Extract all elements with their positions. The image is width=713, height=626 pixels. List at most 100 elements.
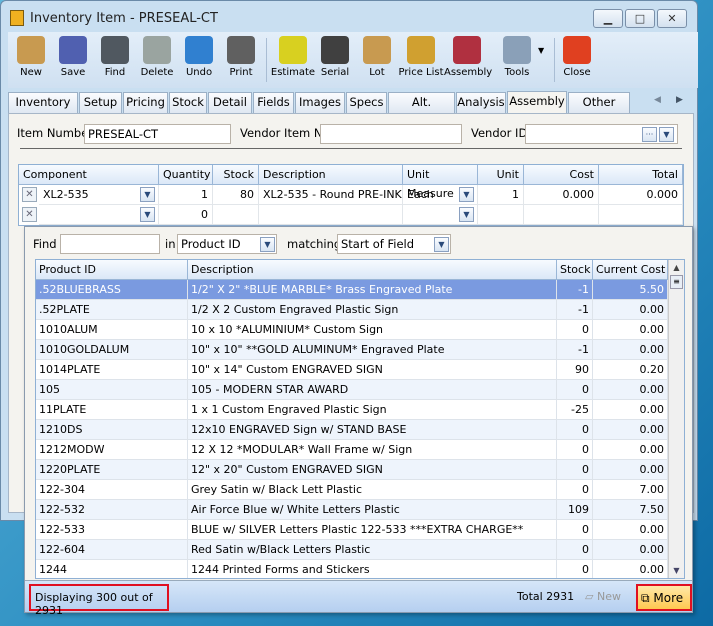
vendor-id-label: Vendor ID: [471, 126, 528, 140]
product-row[interactable]: .52BLUEBRASS 1/2" X 2" *BLUE MARBLE* Bras…: [36, 280, 668, 300]
estimate-button[interactable]: Estimate: [270, 32, 316, 88]
tab-pricing[interactable]: Pricing: [123, 92, 168, 113]
tab-other-cost[interactable]: Other Cost: [568, 92, 630, 128]
product-row[interactable]: 1220PLATE 12" x 20" Custom ENGRAVED SIGN 0…: [36, 460, 668, 480]
chevron-down-icon[interactable]: ▼: [459, 207, 474, 222]
new-button[interactable]: New: [8, 32, 54, 88]
component-cell[interactable]: [478, 205, 524, 225]
toolbar-separator: [266, 38, 267, 82]
product-row[interactable]: .52PLATE 1/2 X 2 Custom Engraved Plastic …: [36, 300, 668, 320]
assembly-button[interactable]: Assembly: [444, 32, 493, 88]
more-button[interactable]: ⧉ More: [636, 584, 692, 611]
print-button[interactable]: Print: [218, 32, 264, 88]
item-number-field[interactable]: PRESEAL-CT: [84, 124, 231, 144]
product-row[interactable]: 122-304 Grey Satin w/ Black Lett Plastic 0…: [36, 480, 668, 500]
component-cell[interactable]: [599, 205, 683, 225]
component-cell[interactable]: 0.000: [524, 185, 599, 205]
column-header-unit-measure[interactable]: Unit Measure: [403, 165, 478, 200]
product-row[interactable]: 1244 1244 Printed Forms and Stickers 0 0.00: [36, 560, 668, 578]
column-header-unit[interactable]: Unit: [478, 165, 524, 185]
product-row[interactable]: 122-532 Air Force Blue w/ White Letters P…: [36, 500, 668, 520]
product-row[interactable]: 1014PLATE 10" x 14" Custom ENGRAVED SIGN 9…: [36, 360, 668, 380]
column-header-stock[interactable]: Stock: [557, 260, 593, 280]
component-cell[interactable]: XL2-535 - Round PRE-INKED: [259, 185, 403, 205]
scroll-thumb[interactable]: ≡: [670, 275, 683, 289]
component-cell[interactable]: 1: [478, 185, 524, 205]
component-cell[interactable]: [213, 205, 259, 225]
product-row[interactable]: 1212MODW 12 X 12 *MODULAR* Wall Frame w/ …: [36, 440, 668, 460]
estimate-label: Estimate: [270, 67, 316, 78]
remove-row-button[interactable]: ✕: [22, 187, 37, 202]
product-id: 122-532: [36, 500, 188, 520]
scroll-down-arrow[interactable]: ▼: [669, 566, 684, 575]
component-cell[interactable]: 0: [159, 205, 213, 225]
product-row[interactable]: 1010GOLDALUM 10" x 10" **GOLD ALUMINUM* E…: [36, 340, 668, 360]
column-header-cost[interactable]: Cost: [524, 165, 599, 185]
product-id: 1210DS: [36, 420, 188, 440]
component-cell[interactable]: 80: [213, 185, 259, 205]
lot-button[interactable]: Lot: [354, 32, 400, 88]
product-row[interactable]: 11PLATE 1 x 1 Custom Engraved Plastic Sig…: [36, 400, 668, 420]
column-header-description[interactable]: Description: [188, 260, 557, 280]
in-label: in: [165, 237, 176, 251]
column-header-current-cost[interactable]: Current Cost: [593, 260, 668, 280]
lookup-status-bar: Displaying 300 out of 2931 Total 2931 ▱ …: [25, 580, 692, 617]
component-cell[interactable]: 0.000: [599, 185, 683, 205]
column-header-description[interactable]: Description: [259, 165, 403, 185]
tab-specs[interactable]: Specs: [346, 92, 387, 113]
column-header-total[interactable]: Total: [599, 165, 683, 185]
more-icon: ⧉: [641, 591, 650, 605]
save-button[interactable]: Save: [50, 32, 96, 88]
product-row[interactable]: 1010ALUM 10 x 10 *ALUMINIUM* Custom Sign 0…: [36, 320, 668, 340]
tab-fields[interactable]: Fields: [253, 92, 294, 113]
component-cell[interactable]: [524, 205, 599, 225]
column-header-component[interactable]: Component: [19, 165, 159, 185]
close-button[interactable]: Close: [554, 32, 600, 88]
find-input[interactable]: [60, 234, 160, 254]
new-button[interactable]: ▱ New: [585, 590, 621, 603]
delete-button[interactable]: Delete: [134, 32, 180, 88]
column-header-stock[interactable]: Stock: [213, 165, 259, 185]
tools-dropdown-arrow[interactable]: ▼: [538, 46, 544, 55]
column-header-quantity[interactable]: Quantity: [159, 165, 213, 185]
component-cell[interactable]: [259, 205, 403, 225]
product-cost: 0.00: [593, 400, 668, 420]
chevron-down-icon[interactable]: ▼: [260, 237, 275, 252]
tools-button[interactable]: Tools: [494, 32, 540, 88]
remove-row-button[interactable]: ✕: [22, 207, 37, 222]
chevron-down-icon[interactable]: ▼: [459, 187, 474, 202]
component-cell[interactable]: 1: [159, 185, 213, 205]
chevron-down-icon[interactable]: ▼: [140, 207, 155, 222]
tab-detail[interactable]: Detail: [208, 92, 252, 113]
tab-scroll-right[interactable]: ▶: [676, 95, 683, 105]
tab-alt-vendors[interactable]: Alt. Vendors: [388, 92, 455, 128]
maximize-button[interactable]: □: [625, 9, 655, 28]
price-list-button[interactable]: Price List: [398, 32, 444, 88]
vendor-item-field[interactable]: [320, 124, 462, 144]
chevron-down-icon[interactable]: ▼: [140, 187, 155, 202]
column-header-product-id[interactable]: Product ID: [36, 260, 188, 280]
assembly-label: Assembly: [444, 67, 493, 78]
vendor-browse-button[interactable]: ···: [642, 127, 657, 142]
chevron-down-icon[interactable]: ▼: [434, 237, 449, 252]
scroll-up-arrow[interactable]: ▲: [669, 263, 684, 272]
product-row[interactable]: 122-533 BLUE w/ SILVER Letters Plastic 12…: [36, 520, 668, 540]
find-button[interactable]: Find: [92, 32, 138, 88]
close-window-button[interactable]: ✕: [657, 9, 687, 28]
product-row[interactable]: 1210DS 12x10 ENGRAVED Sign w/ STAND BASE 0…: [36, 420, 668, 440]
product-row[interactable]: 105 105 - MODERN STAR AWARD 0 0.00: [36, 380, 668, 400]
tab-scroll-left[interactable]: ◀: [654, 95, 661, 105]
tab-inventory[interactable]: Inventory: [8, 92, 78, 113]
tab-analysis[interactable]: Analysis: [456, 92, 506, 113]
serial-button[interactable]: Serial: [312, 32, 358, 88]
undo-button[interactable]: Undo: [176, 32, 222, 88]
vendor-dropdown-button[interactable]: ▼: [659, 127, 674, 142]
vertical-scrollbar[interactable]: ▲ ≡ ▼: [668, 260, 684, 578]
product-row[interactable]: 122-604 Red Satin w/Black Letters Plastic…: [36, 540, 668, 560]
recycle-bin-icon: [143, 36, 171, 64]
tab-images[interactable]: Images: [295, 92, 345, 113]
tab-assembly[interactable]: Assembly: [507, 91, 567, 113]
tab-stock[interactable]: Stock: [169, 92, 207, 113]
minimize-button[interactable]: ▁: [593, 9, 623, 28]
tab-setup[interactable]: Setup: [79, 92, 122, 113]
